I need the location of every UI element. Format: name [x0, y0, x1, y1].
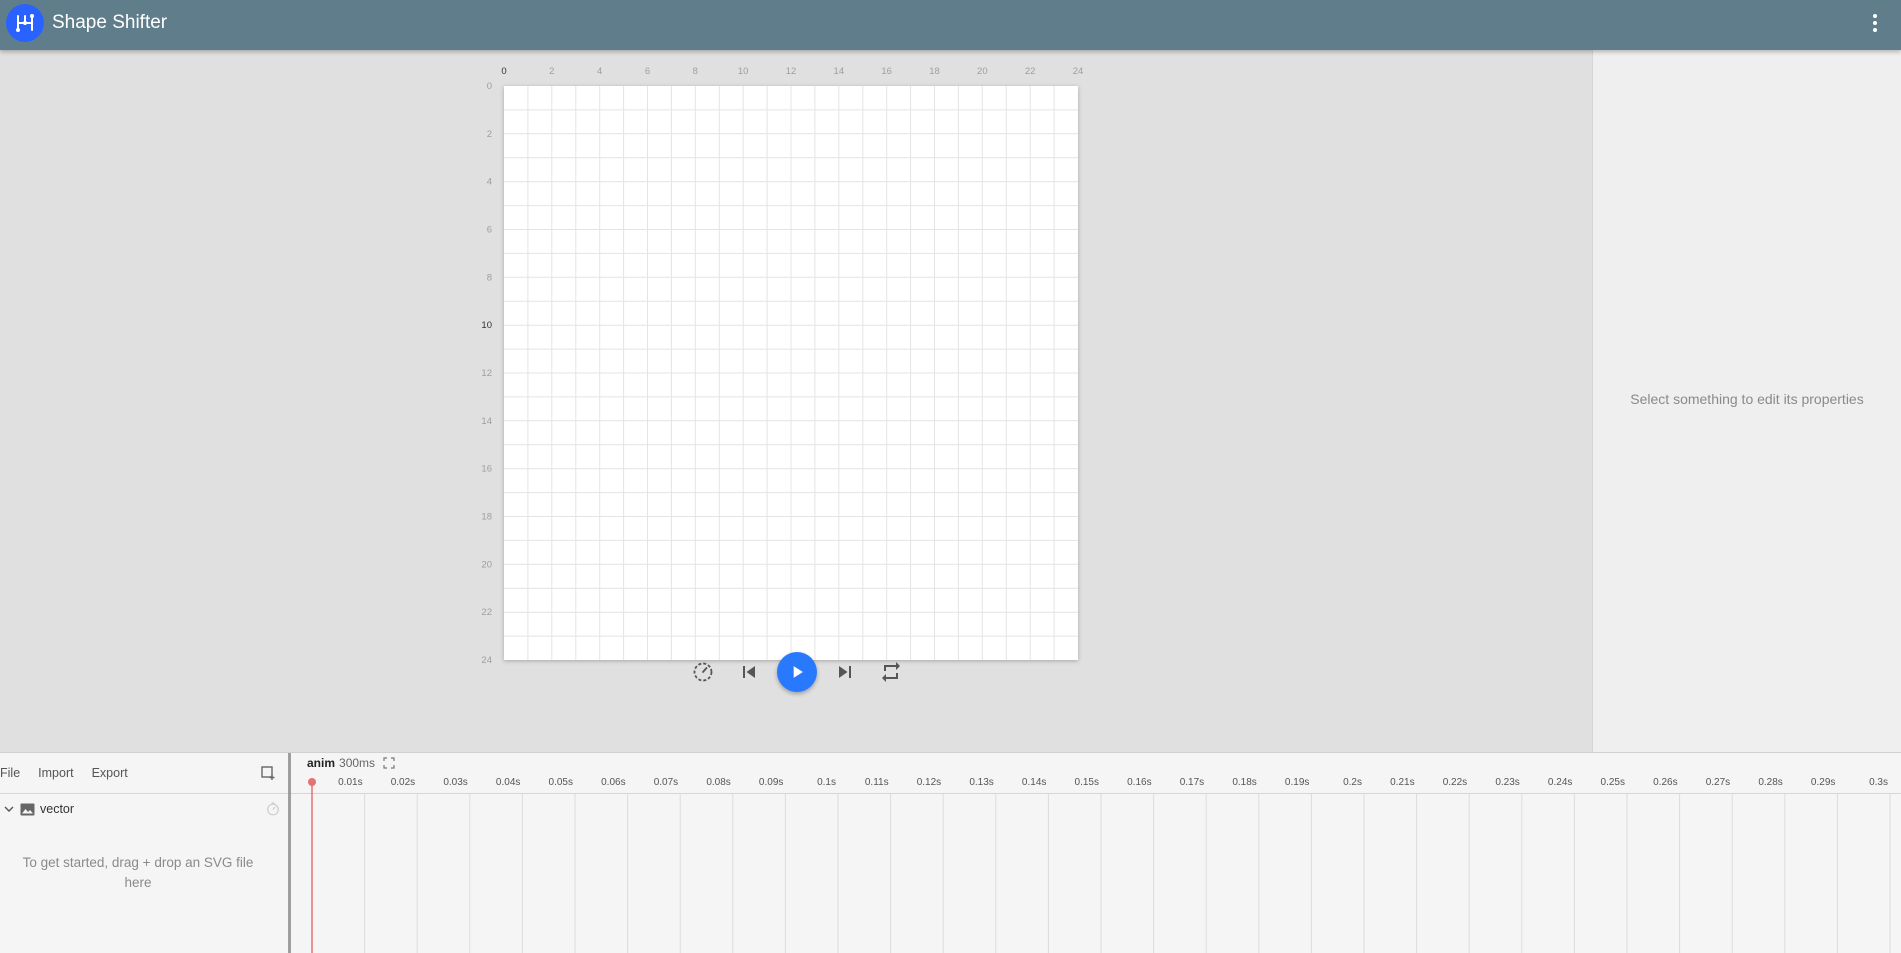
play-icon [793, 666, 803, 678]
timeline-tick-label: 0.11s [865, 777, 889, 788]
timeline-tick-label: 0.09s [759, 777, 783, 788]
timeline-grid [364, 794, 1891, 953]
y-ruler-label: 18 [481, 512, 492, 523]
timeline-panel: anim 300ms 0.01s 0.02s 0.03s 0.04s 0.05s 0.06… [291, 753, 1901, 953]
playback-speed-button[interactable] [683, 652, 723, 692]
x-ruler-label: 22 [1025, 66, 1036, 77]
timeline-tick-label: 0.01s [338, 777, 362, 788]
x-ruler-label: 6 [645, 66, 650, 77]
layer-menu-bar: File Import Export [0, 753, 288, 794]
add-layer-icon[interactable] [260, 765, 276, 781]
x-ruler-label: 12 [786, 66, 797, 77]
y-ruler: 024681012141618202224 [481, 81, 492, 666]
playback-controls [680, 648, 914, 696]
layer-list-panel: File Import Export vector To get started… [0, 753, 288, 953]
more-vert-icon[interactable] [1863, 11, 1887, 35]
timeline-tick-label: 0.04s [496, 777, 520, 788]
y-ruler-label: 2 [487, 129, 492, 140]
timeline-tick-label: 0.02s [391, 777, 415, 788]
timeline-tick-label: 0.16s [1127, 777, 1151, 788]
timeline-tick-label: 0.24s [1548, 777, 1572, 788]
repeat-icon [882, 662, 900, 682]
timeline-tick-label: 0.18s [1232, 777, 1256, 788]
y-ruler-label: 20 [481, 559, 492, 570]
x-ruler-label: 10 [738, 66, 749, 77]
timeline-tick-label: 0.15s [1075, 777, 1099, 788]
timeline-tick-label: 0.12s [917, 777, 941, 788]
timeline-tick-label: 0.21s [1390, 777, 1414, 788]
properties-panel: Select something to edit its properties [1592, 50, 1901, 752]
y-ruler-label: 24 [481, 655, 492, 666]
y-ruler-label: 22 [481, 607, 492, 618]
app-toolbar: Shape Shifter [0, 0, 1901, 50]
timer-icon [693, 662, 713, 682]
timeline-tick-label: 0.03s [443, 777, 467, 788]
y-ruler-label: 12 [481, 368, 492, 379]
playhead[interactable] [308, 778, 316, 953]
timeline-tick-label: 0.27s [1706, 777, 1730, 788]
x-ruler-label: 0 [501, 66, 506, 77]
timeline-tick-label: 0.23s [1495, 777, 1519, 788]
timeline-tick-label: 0.25s [1601, 777, 1625, 788]
skip-previous-icon [743, 666, 755, 678]
chevron-down-icon[interactable] [2, 802, 18, 816]
timeline-tick-label: 0.28s [1758, 777, 1782, 788]
properties-empty-message: Select something to edit its properties [1630, 391, 1864, 407]
skip-next-button[interactable] [825, 652, 865, 692]
timeline-ticks: 0.01s 0.02s 0.03s 0.04s 0.05s 0.06s 0.07s 0.08s… [338, 777, 1888, 788]
x-ruler-label: 24 [1073, 66, 1084, 77]
y-ruler-label: 14 [481, 416, 492, 427]
timeline-tick-label: 0.29s [1811, 777, 1835, 788]
timeline-tick-label: 0.14s [1022, 777, 1046, 788]
timeline-tick-label: 0.07s [654, 777, 678, 788]
export-menu[interactable]: Export [92, 766, 128, 780]
timeline-tick-label: 0.3s [1869, 777, 1888, 788]
x-ruler-label: 2 [549, 66, 554, 77]
file-menu[interactable]: File [0, 766, 20, 780]
timeline-tick-label: 0.2s [1343, 777, 1362, 788]
skip-previous-button[interactable] [729, 652, 769, 692]
y-ruler-label: 4 [487, 177, 492, 188]
timer-icon[interactable] [266, 802, 280, 816]
shape-shifter-logo-icon[interactable] [6, 4, 44, 42]
x-ruler-label: 14 [834, 66, 845, 77]
app-title: Shape Shifter [52, 12, 168, 33]
timeline-tick-label: 0.08s [706, 777, 730, 788]
timeline-tick-label: 0.19s [1285, 777, 1309, 788]
play-button[interactable] [777, 652, 817, 692]
layer-label: vector [40, 802, 75, 816]
skip-next-icon [839, 666, 851, 678]
empty-hint: To get started, drag + drop an SVG file … [22, 855, 254, 890]
x-ruler-label: 16 [881, 66, 892, 77]
timeline-tick-label: 0.22s [1443, 777, 1467, 788]
timeline-tick-label: 0.26s [1653, 777, 1677, 788]
image-icon [20, 803, 40, 816]
timeline-tick-label: 0.1s [817, 777, 836, 788]
timeline-tick-label: 0.13s [969, 777, 993, 788]
x-ruler: 0 2 4 6 8 10 12 14 16 18 20 22 24 [501, 66, 1083, 77]
y-ruler-label: 8 [487, 272, 492, 283]
x-ruler-label: 4 [597, 66, 602, 77]
repeat-button[interactable] [871, 652, 911, 692]
timeline-tick-label: 0.06s [601, 777, 625, 788]
import-menu[interactable]: Import [38, 766, 73, 780]
x-ruler-label: 18 [929, 66, 940, 77]
y-ruler-label: 6 [487, 225, 492, 236]
timeline-tick-label: 0.05s [549, 777, 573, 788]
bottom-panel: File Import Export vector To get started… [0, 752, 1901, 953]
canvas-svg: 0 2 4 6 8 10 12 14 16 18 20 22 24 024681012141618202… [481, 66, 1083, 666]
canvas-area: 0 2 4 6 8 10 12 14 16 18 20 22 24 0 2 4 6 8 10 12 14 16 18 20 2… [0, 50, 1592, 752]
layer-row-vector[interactable]: vector [0, 795, 288, 823]
y-ruler-label: 0 [487, 81, 492, 92]
y-ruler-label: 10 [481, 320, 492, 331]
y-ruler-label: 16 [481, 464, 492, 475]
x-ruler-label: 20 [977, 66, 988, 77]
timeline-svg: 0.01s 0.02s 0.03s 0.04s 0.05s 0.06s 0.07s 0.08s… [291, 777, 1901, 953]
timeline-tick-label: 0.17s [1180, 777, 1204, 788]
x-ruler-label: 8 [693, 66, 698, 77]
